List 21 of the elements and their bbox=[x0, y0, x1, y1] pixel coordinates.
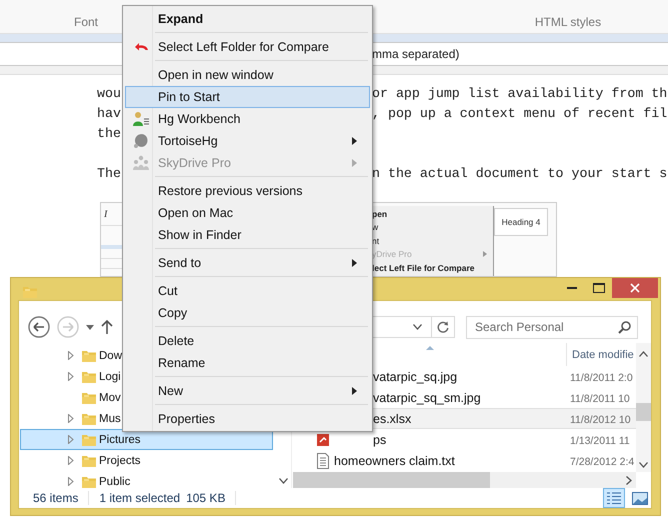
document-text: n the actual document to your start s bbox=[372, 165, 668, 183]
file-date: 11/8/2012 10 bbox=[570, 414, 631, 426]
ribbon-group-label: HTML styles bbox=[534, 15, 602, 29]
file-date: 11/8/2011 2:0 bbox=[570, 372, 633, 384]
document-text: , pop up a context menu of recent fil bbox=[372, 105, 668, 123]
document-text: the bbox=[97, 125, 121, 143]
document-text: wou bbox=[97, 85, 121, 103]
document-text: The bbox=[97, 165, 121, 183]
file-name: homeowners claim.txt bbox=[334, 454, 455, 468]
file-name: es.xlsx bbox=[373, 412, 412, 426]
document-text: or app jump list availability from th bbox=[372, 85, 668, 103]
file-date: 1/13/2011 11 bbox=[570, 434, 630, 446]
status-text: 1 item selected bbox=[99, 491, 180, 505]
document-text: hav bbox=[97, 105, 121, 123]
status-text: 56 items bbox=[33, 491, 78, 505]
file-date: 11/8/2011 10 bbox=[570, 392, 630, 404]
status-text: 105 KB bbox=[186, 491, 226, 505]
file-name: ps bbox=[373, 432, 386, 446]
file-date: 7/28/2012 2:4 bbox=[570, 456, 634, 468]
file-name: vatarpic_sq.jpg bbox=[373, 370, 458, 384]
file-name: vatarpic_sq_sm.jpg bbox=[373, 390, 481, 404]
